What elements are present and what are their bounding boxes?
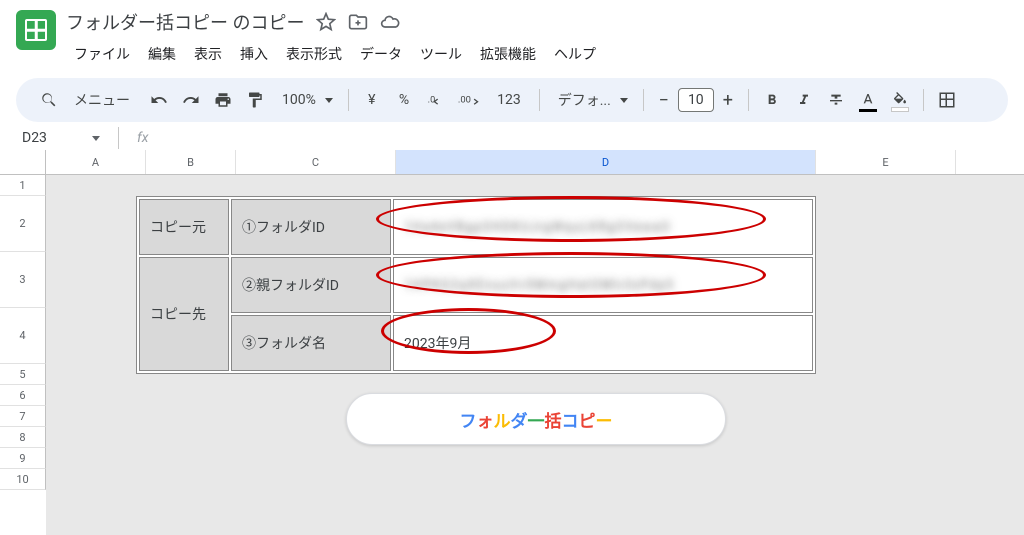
cell-C2[interactable]: ①フォルダID (231, 199, 391, 255)
menu-help[interactable]: ヘルプ (546, 40, 604, 68)
row-header[interactable]: 10 (0, 469, 46, 490)
doc-title[interactable]: フォルダー括コピー のコピー (66, 9, 304, 35)
menu-view[interactable]: 表示 (186, 40, 230, 68)
folder-bulk-copy-button[interactable]: フォルダ一括コピー (346, 393, 726, 445)
currency-button[interactable]: ¥ (357, 85, 387, 115)
cell-B2[interactable]: コピー元 (139, 199, 229, 255)
star-icon[interactable] (316, 12, 336, 32)
row-header[interactable]: 8 (0, 427, 46, 448)
col-header-A[interactable]: A (46, 150, 146, 174)
row-header[interactable]: 9 (0, 448, 46, 469)
redo-icon[interactable] (176, 85, 206, 115)
font-size-decrease[interactable]: − (652, 90, 676, 111)
print-icon[interactable] (208, 85, 238, 115)
fill-color-button[interactable] (885, 85, 915, 115)
row-header[interactable]: 2 (0, 196, 46, 252)
row-header[interactable]: 3 (0, 252, 46, 308)
fx-icon: fx (137, 130, 148, 146)
move-icon[interactable] (348, 12, 368, 32)
svg-text:.00: .00 (458, 95, 471, 106)
increase-decimal-button[interactable]: .00 (453, 85, 485, 115)
cell-C4[interactable]: ③フォルダ名 (231, 315, 391, 371)
undo-icon[interactable] (144, 85, 174, 115)
paint-format-icon[interactable] (240, 85, 270, 115)
col-header-B[interactable]: B (146, 150, 236, 174)
menu-extensions[interactable]: 拡張機能 (472, 40, 544, 68)
select-all-corner[interactable] (0, 150, 46, 174)
sheets-logo[interactable] (16, 10, 56, 50)
search-icon[interactable] (34, 85, 64, 115)
cloud-saved-icon[interactable] (380, 12, 400, 32)
col-header-C[interactable]: C (236, 150, 396, 174)
col-header-E[interactable]: E (816, 150, 956, 174)
italic-button[interactable] (789, 85, 819, 115)
menu-edit[interactable]: 編集 (140, 40, 184, 68)
decrease-decimal-button[interactable]: .0 (421, 85, 451, 115)
row-header[interactable]: 5 (0, 364, 46, 385)
font-size-input[interactable]: 10 (678, 88, 714, 112)
strikethrough-button[interactable] (821, 85, 851, 115)
menu-tools[interactable]: ツール (412, 40, 470, 68)
menu-insert[interactable]: 挿入 (232, 40, 276, 68)
toolbar: メニュー 100% ¥ % .0 .00 123 デフォ... − 10 + (16, 78, 1008, 122)
cell-D2[interactable]: 1Ha4eVBgpOHDKUJrgWquLKRgOVewaO (393, 199, 813, 255)
bold-button[interactable] (757, 85, 787, 115)
row-header[interactable]: 4 (0, 308, 46, 364)
data-table: コピー元 ①フォルダID 1Ha4eVBgpOHDKUJrgWquLKRgOVe… (136, 196, 816, 374)
menu-file[interactable]: ファイル (66, 40, 138, 68)
row-header[interactable]: 7 (0, 406, 46, 427)
borders-button[interactable] (932, 85, 962, 115)
font-size-increase[interactable]: + (716, 90, 740, 111)
percent-button[interactable]: % (389, 85, 419, 115)
cell-D3[interactable]: 1HPKG2qXEnuuVv5MmgHatOMlv3xPdp5 (393, 257, 813, 313)
number-format-button[interactable]: 123 (487, 85, 531, 115)
font-dropdown[interactable]: デフォ... (548, 85, 635, 115)
grid-body[interactable]: コピー元 ①フォルダID 1Ha4eVBgpOHDKUJrgWquLKRgOVe… (46, 175, 1024, 535)
name-box[interactable]: D23 (16, 126, 106, 150)
cell-B3[interactable]: コピー先 (139, 257, 229, 371)
menu-search-label[interactable]: メニュー (68, 90, 136, 110)
zoom-dropdown[interactable]: 100% (272, 85, 340, 115)
menu-data[interactable]: データ (352, 40, 410, 68)
cell-C3[interactable]: ②親フォルダID (231, 257, 391, 313)
menubar: ファイル 編集 表示 挿入 表示形式 データ ツール 拡張機能 ヘルプ (66, 40, 1008, 68)
cell-D4[interactable]: 2023年9月 (393, 315, 813, 371)
row-header[interactable]: 6 (0, 385, 46, 406)
row-header[interactable]: 1 (0, 175, 46, 196)
text-color-button[interactable] (853, 85, 883, 115)
col-header-D[interactable]: D (396, 150, 816, 174)
svg-text:.0: .0 (428, 96, 436, 106)
menu-format[interactable]: 表示形式 (278, 40, 350, 68)
formula-bar[interactable] (154, 126, 1008, 150)
